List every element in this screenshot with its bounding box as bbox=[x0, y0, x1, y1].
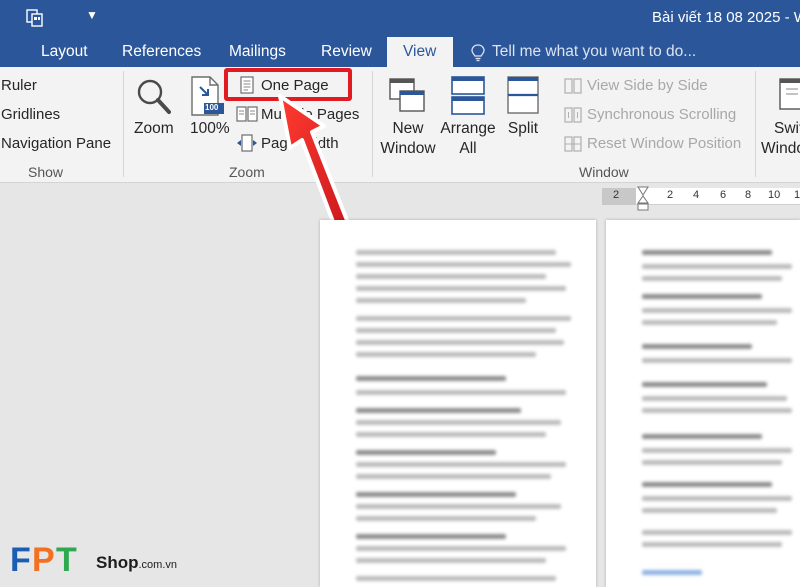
touch-mode-icon[interactable] bbox=[24, 7, 46, 29]
indent-marker-icon[interactable] bbox=[636, 186, 650, 212]
tell-me-text: Tell me what you want to do... bbox=[492, 43, 697, 60]
document-title: Bài viết 18 08 2025 - W... bbox=[652, 9, 800, 26]
ruler-number: 1 bbox=[794, 189, 800, 201]
view-side-by-side-label: View Side by Side bbox=[587, 77, 708, 94]
zoom-button[interactable]: Zoom bbox=[128, 73, 180, 143]
split-icon bbox=[507, 76, 539, 114]
multiple-pages-icon bbox=[236, 106, 258, 122]
group-divider bbox=[123, 71, 124, 177]
group-divider bbox=[372, 71, 373, 177]
zoom-group-label: Zoom bbox=[229, 164, 265, 180]
tab-mailings[interactable]: Mailings bbox=[229, 37, 286, 67]
tab-layout[interactable]: Layout bbox=[41, 37, 88, 67]
navigation-pane-checkbox[interactable]: Navigation Pane bbox=[1, 135, 111, 152]
arrange-all-label-2: All bbox=[459, 140, 477, 157]
logo-shop: Shop bbox=[96, 553, 139, 572]
split-label: Split bbox=[507, 120, 539, 137]
gridlines-checkbox[interactable]: Gridlines bbox=[1, 106, 60, 123]
synchronous-scrolling-button[interactable]: Synchronous Scrolling bbox=[562, 105, 742, 127]
reset-window-position-button[interactable]: Reset Window Position bbox=[562, 134, 742, 156]
customize-quick-access-icon[interactable]: ▼ bbox=[86, 8, 98, 22]
tab-review[interactable]: Review bbox=[321, 37, 372, 67]
split-button[interactable]: Split bbox=[500, 73, 546, 143]
window-group-label: Window bbox=[579, 164, 629, 180]
ribbon-view: Ruler Gridlines Navigation Pane Show Zoo… bbox=[0, 67, 800, 183]
reset-window-icon bbox=[564, 136, 582, 152]
show-group-label: Show bbox=[28, 164, 64, 180]
horizontal-ruler[interactable]: 2 2 4 6 8 10 1 bbox=[602, 188, 800, 205]
arrange-all-label-1: Arrange bbox=[440, 120, 496, 137]
switch-windows-label-2: Windo bbox=[761, 140, 800, 157]
logo-letter-p: P bbox=[32, 541, 55, 579]
side-by-side-icon bbox=[564, 78, 582, 94]
logo-letter-f: F bbox=[10, 541, 31, 579]
new-window-label-2: Window bbox=[380, 140, 436, 157]
switch-windows-label-1: Swit bbox=[774, 120, 800, 137]
ruler-checkbox[interactable]: Ruler bbox=[1, 77, 37, 94]
page-width-icon bbox=[237, 134, 257, 152]
lightbulb-icon bbox=[471, 44, 485, 62]
ruler-number: 10 bbox=[768, 189, 781, 201]
tell-me-search[interactable]: Tell me what you want to do... bbox=[470, 37, 696, 67]
logo-letter-t: T bbox=[56, 541, 77, 579]
tab-references[interactable]: References bbox=[122, 37, 201, 67]
logo-domain: .com.vn bbox=[138, 559, 178, 571]
arrange-all-icon bbox=[451, 76, 485, 115]
arrange-all-button[interactable]: Arrange All bbox=[440, 73, 496, 157]
logo-shop-text: Shop.com.vn bbox=[96, 553, 177, 573]
ribbon-tabs: Layout References Mailings Review View T… bbox=[0, 37, 800, 67]
document-page-1[interactable] bbox=[320, 220, 596, 587]
zoom-label: Zoom bbox=[134, 120, 174, 137]
new-window-button[interactable]: New Window bbox=[378, 73, 438, 157]
new-window-icon bbox=[389, 78, 425, 112]
ruler-number: 4 bbox=[693, 189, 700, 201]
magnifier-icon bbox=[137, 79, 171, 114]
ruler-number: 6 bbox=[720, 189, 727, 201]
word-window: ▼ Bài viết 18 08 2025 - W... Layout Refe… bbox=[0, 0, 800, 587]
tab-view[interactable]: View bbox=[387, 37, 453, 67]
zoom-100-label: 100% bbox=[190, 120, 230, 137]
title-bar: ▼ Bài viết 18 08 2025 - W... bbox=[0, 0, 800, 37]
document-page-2[interactable] bbox=[606, 220, 800, 587]
switch-windows-button[interactable]: Swit Windo bbox=[760, 73, 800, 157]
sync-scroll-icon bbox=[564, 107, 582, 123]
view-side-by-side-button[interactable]: View Side by Side bbox=[562, 76, 712, 98]
switch-windows-icon bbox=[779, 78, 800, 110]
ruler-number: 2 bbox=[613, 189, 620, 201]
new-window-label-1: New bbox=[392, 120, 424, 137]
ruler-number: 8 bbox=[745, 189, 752, 201]
badge-100: 100 bbox=[205, 103, 219, 112]
group-divider bbox=[755, 71, 756, 177]
ruler-number: 2 bbox=[667, 189, 674, 201]
synchronous-scrolling-label: Synchronous Scrolling bbox=[587, 106, 737, 123]
reset-window-position-label: Reset Window Position bbox=[587, 135, 742, 152]
